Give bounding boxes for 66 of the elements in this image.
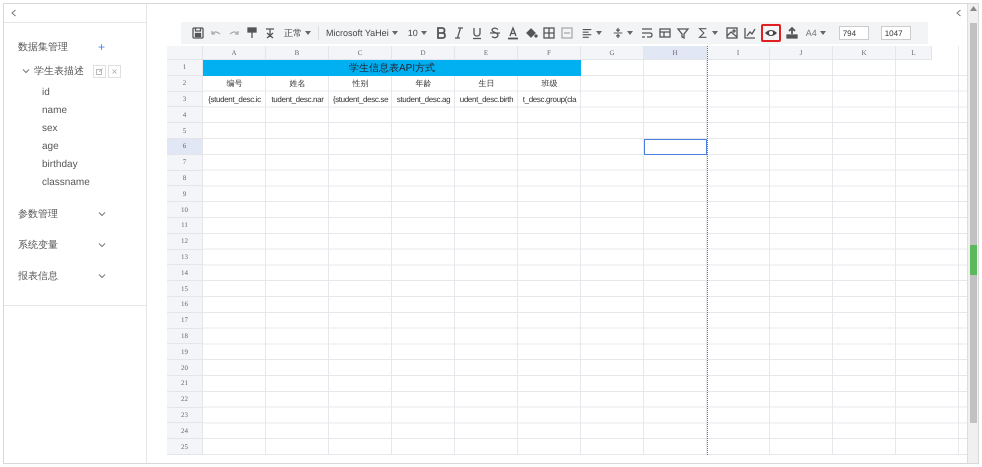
table-cell-text: 编号 <box>226 78 244 90</box>
font-select[interactable]: Microsoft YaHei <box>323 28 401 38</box>
chevron-down-icon[interactable] <box>98 272 106 280</box>
paint-brush-icon[interactable] <box>245 26 259 40</box>
width-field[interactable]: 794 <box>838 26 869 40</box>
table-cell-text: 班级 <box>540 78 558 90</box>
paper-size-select[interactable]: A4 <box>802 28 829 38</box>
sigma-icon <box>696 27 709 39</box>
chart-icon[interactable] <box>742 26 757 40</box>
caret-icon <box>305 31 311 35</box>
style-select[interactable]: 正常 <box>281 26 314 40</box>
strikethrough-icon[interactable] <box>488 26 502 40</box>
section-title: 数据集管理 <box>18 41 69 54</box>
field-item[interactable]: id <box>42 84 146 102</box>
border-icon[interactable] <box>542 26 556 40</box>
section-title[interactable]: 报表信息 <box>18 268 98 282</box>
table-cell-text: t_desc.group(cla <box>522 94 578 106</box>
filter-icon[interactable] <box>676 26 690 40</box>
caret-icon <box>392 31 398 35</box>
table-cell-text: 年龄 <box>414 78 432 90</box>
table-cell-text: 生日 <box>478 78 496 90</box>
preview-button[interactable] <box>760 24 781 42</box>
field-item[interactable]: name <box>42 102 146 120</box>
align-left-icon <box>580 27 593 39</box>
freeze-icon[interactable] <box>658 26 672 40</box>
save-icon[interactable] <box>191 26 205 40</box>
table-cell-text: {student_desc.ic <box>207 94 262 106</box>
chevron-down-icon[interactable] <box>98 210 106 218</box>
font-size-select[interactable]: 10 <box>404 28 430 38</box>
image-icon[interactable] <box>724 26 739 40</box>
sheet-title: 学生信息表API方式 <box>203 60 581 76</box>
field-item[interactable]: age <box>42 138 146 156</box>
collapse-icon[interactable] <box>955 9 963 17</box>
clear-format-icon[interactable] <box>263 26 277 40</box>
table-cell-text: student_desc.ag <box>396 94 452 106</box>
merge-cells-icon[interactable] <box>560 26 574 40</box>
wrap-text-icon[interactable] <box>640 26 654 40</box>
fill-color-icon[interactable] <box>524 26 538 40</box>
field-item[interactable]: classname <box>42 174 146 192</box>
section-title[interactable]: 参数管理 <box>18 206 98 220</box>
scrollbar-thumb[interactable] <box>970 23 976 423</box>
table-cell-text: {student_desc.se <box>332 94 390 106</box>
vertical-align-icon <box>612 27 624 39</box>
chevron-down-icon[interactable] <box>22 67 30 75</box>
upload-icon[interactable] <box>784 26 799 40</box>
field-item[interactable]: birthday <box>42 156 146 174</box>
caret-icon <box>420 31 427 35</box>
table-cell-text: tudent_desc.nar <box>270 94 325 106</box>
section-title[interactable]: 系统变量 <box>18 238 98 252</box>
table-cell-text: 姓名 <box>288 78 306 90</box>
table-cell-text: udent_desc.birth <box>458 94 514 106</box>
text-color-icon[interactable] <box>506 26 520 40</box>
add-button[interactable]: + <box>98 40 106 54</box>
caret-icon <box>820 31 826 35</box>
caret-icon <box>626 31 633 35</box>
scroll-up-icon[interactable] <box>970 6 976 11</box>
table-cell-text: 性别 <box>351 78 370 90</box>
height-field[interactable]: 1047 <box>880 26 911 40</box>
caret-icon <box>712 31 718 35</box>
dataset-item[interactable]: 学生表描述 <box>34 64 93 78</box>
field-item[interactable]: sex <box>42 120 146 138</box>
collapse-icon[interactable] <box>10 9 18 17</box>
cell-selection[interactable] <box>644 138 707 155</box>
chevron-down-icon[interactable] <box>98 240 106 248</box>
caret-icon <box>596 31 602 35</box>
eye-icon <box>764 28 778 38</box>
